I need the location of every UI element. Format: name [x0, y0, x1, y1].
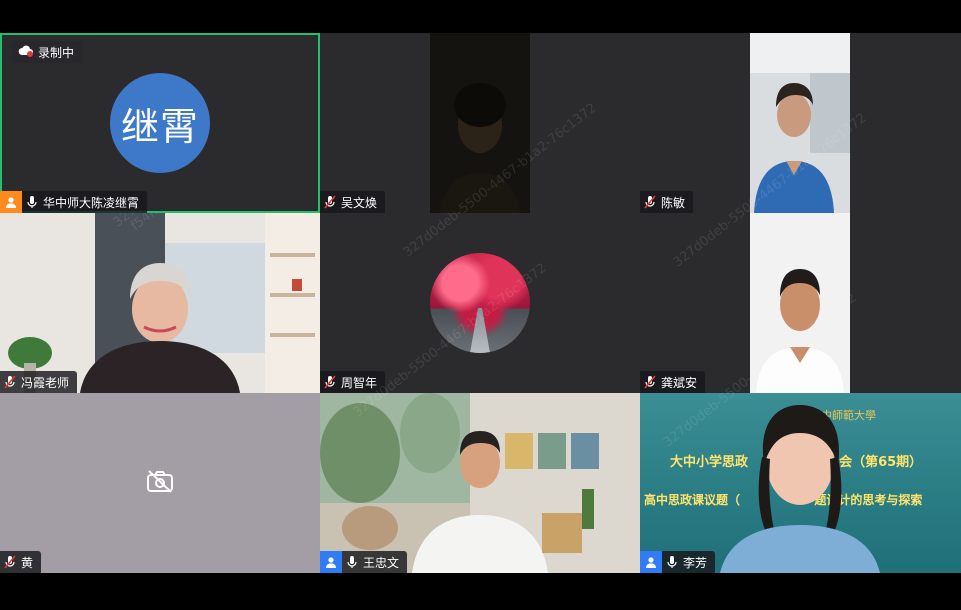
participant-name: 黄 — [21, 555, 34, 570]
recording-indicator[interactable]: 录制中 — [12, 41, 83, 63]
participant-name: 李芳 — [683, 555, 708, 570]
participant-video — [320, 393, 640, 573]
mic-on-icon — [24, 191, 40, 213]
participant-tile-8[interactable]: 王忠文 — [320, 393, 640, 573]
mic-muted-icon — [322, 191, 338, 213]
participant-name: 龚斌安 — [661, 375, 698, 390]
participant-video — [750, 33, 850, 213]
participant-nameplate: 黄 — [0, 551, 42, 573]
mic-muted-icon — [2, 371, 18, 393]
participant-name: 吴文焕 — [341, 195, 378, 210]
participant-nameplate: 李芳 — [640, 551, 716, 573]
person-video-image — [320, 393, 640, 573]
participant-name: 华中师大陈凌继霄 — [43, 195, 140, 210]
participant-video — [0, 213, 320, 393]
participant-nameplate: 龚斌安 — [640, 371, 706, 393]
person-video-image — [750, 213, 850, 393]
participant-nameplate: 陈敏 — [640, 191, 694, 213]
participant-tile-7[interactable]: 黄 — [0, 393, 320, 573]
person-video-image — [720, 405, 880, 573]
host-user-icon — [0, 191, 22, 213]
cloud-record-icon — [18, 45, 34, 60]
participant-tile-9[interactable]: 華中師範大學 大中小学思政 会（第65期） 高中思政课议题（ 题设计的思考与探索 — [640, 393, 961, 573]
mic-muted-icon — [322, 371, 338, 393]
participant-avatar-image — [430, 253, 530, 353]
participant-nameplate: 吴文焕 — [320, 191, 386, 213]
participant-nameplate: 华中师大陈凌继霄 — [0, 191, 148, 213]
participant-tile-1[interactable]: 继霄 录制中 华中师大陈凌继霄 — [0, 33, 320, 213]
participant-name: 冯霞老师 — [21, 375, 70, 390]
dim-face-image — [430, 33, 530, 213]
mic-muted-icon — [2, 551, 18, 573]
participant-video — [750, 213, 850, 393]
mic-muted-icon — [642, 371, 658, 393]
person-video-image — [750, 33, 850, 213]
participant-nameplate: 冯霞老师 — [0, 371, 78, 393]
participant-name: 陈敏 — [661, 195, 686, 210]
participant-video — [430, 33, 530, 213]
mic-muted-icon — [642, 191, 658, 213]
recording-label: 录制中 — [38, 45, 75, 60]
participant-tile-5[interactable]: 周智年 — [320, 213, 640, 393]
camera-off-icon — [146, 469, 174, 497]
participant-tile-2[interactable]: 吴文焕 — [320, 33, 640, 213]
user-icon — [320, 551, 342, 573]
participant-tile-4[interactable]: 冯霞老师 — [0, 213, 320, 393]
participant-tile-3[interactable]: 陈敏 — [640, 33, 961, 213]
participant-tile-6[interactable]: 龚斌安 — [640, 213, 961, 393]
person-video-image — [0, 213, 320, 393]
mic-on-icon — [664, 551, 680, 573]
participant-avatar: 继霄 — [110, 73, 210, 173]
user-icon — [640, 551, 662, 573]
participant-name: 王忠文 — [363, 555, 400, 570]
mic-on-icon — [344, 551, 360, 573]
video-grid: 继霄 录制中 华中师大陈凌继霄 吴文焕 陈敏 冯霞老师 周智年 龚斌安 黄 王忠… — [0, 33, 961, 573]
participant-name: 周智年 — [341, 375, 378, 390]
participant-nameplate: 周智年 — [320, 371, 386, 393]
participant-nameplate: 王忠文 — [320, 551, 408, 573]
